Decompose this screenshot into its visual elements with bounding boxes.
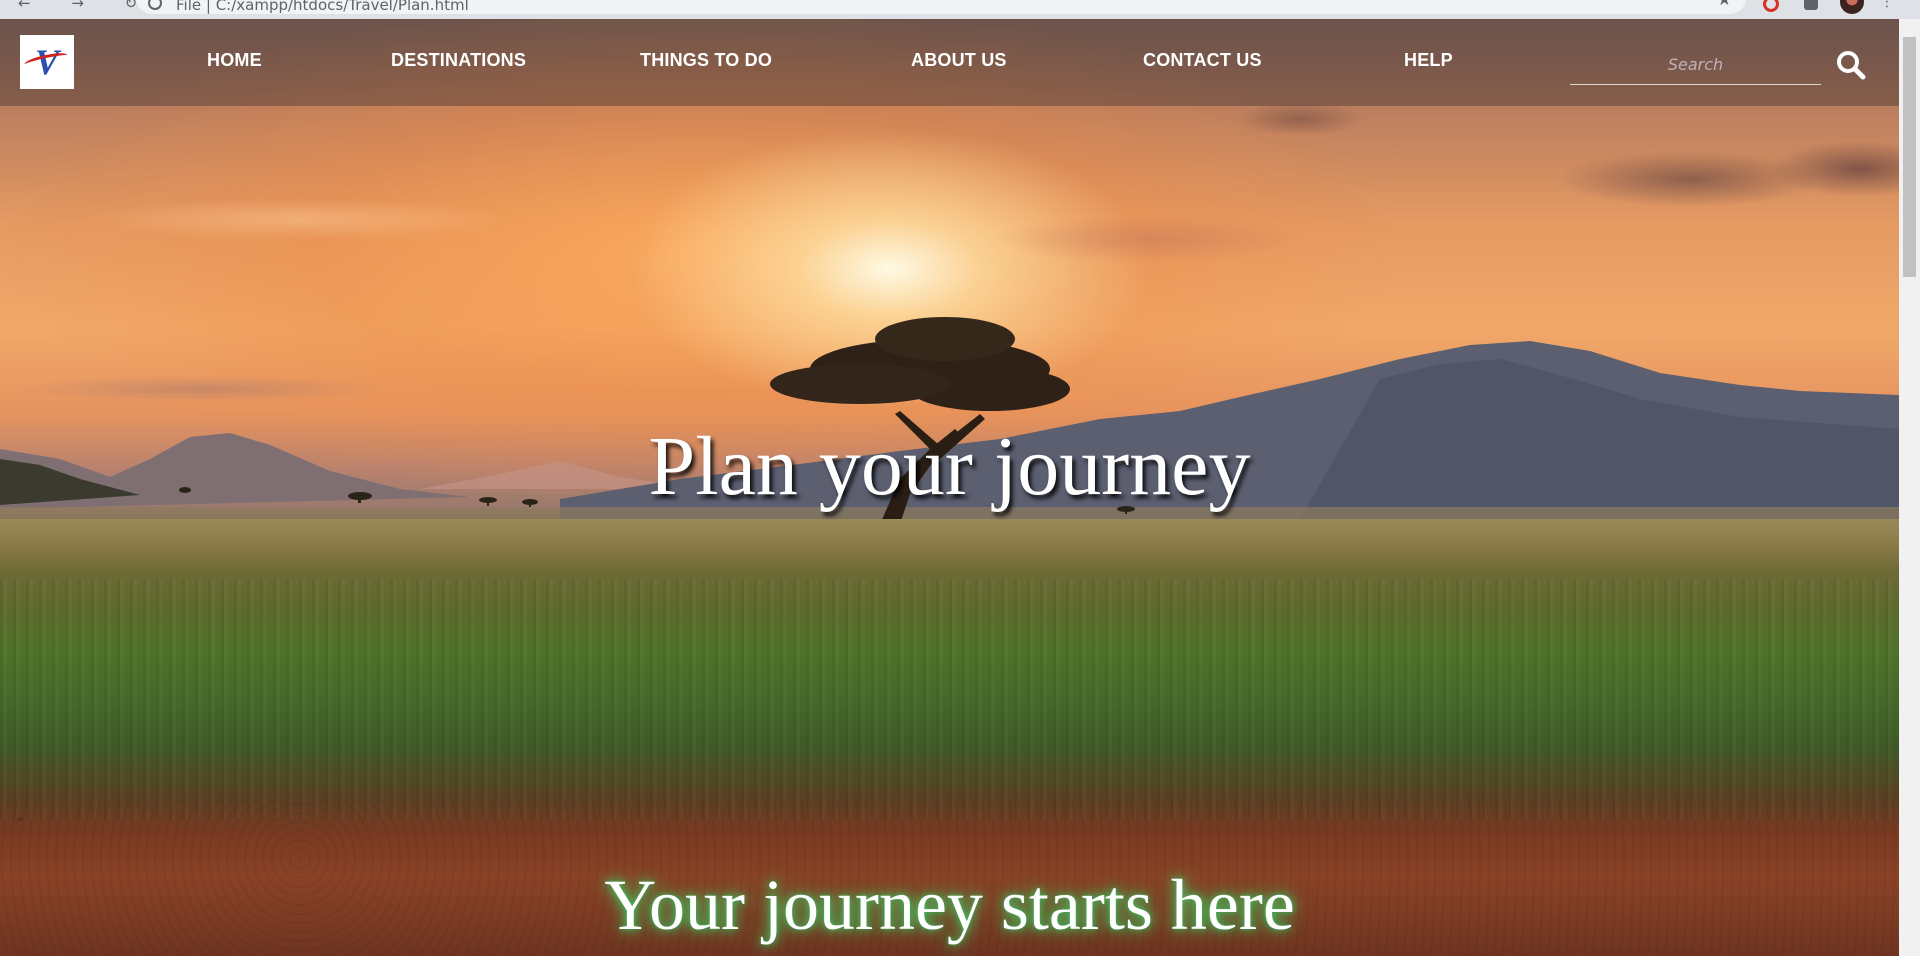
- extension-icon[interactable]: [1763, 0, 1779, 12]
- page-viewport: V HOME DESTINATIONS THINGS TO DO ABOUT U…: [0, 19, 1899, 956]
- hero-subtitle: Your journey starts here: [604, 865, 1295, 945]
- search-icon[interactable]: [1835, 49, 1867, 81]
- nav-link-help[interactable]: HELP: [1404, 50, 1453, 71]
- hero-title: Plan your journey: [648, 420, 1251, 513]
- nav-link-destinations[interactable]: DESTINATIONS: [391, 50, 526, 71]
- search-input[interactable]: [1570, 51, 1821, 78]
- browser-toolbar: ← → ↻ File | C:/xampp/htdocs/Travel/Plan…: [0, 0, 1920, 19]
- browser-nav-buttons[interactable]: ← → ↻: [18, 0, 155, 12]
- nav-link-contact-us[interactable]: CONTACT US: [1143, 50, 1262, 71]
- search-box: [1570, 51, 1821, 85]
- nav-link-home[interactable]: HOME: [207, 50, 262, 71]
- address-text[interactable]: File | C:/xampp/htdocs/Travel/Plan.html: [176, 0, 469, 14]
- info-icon[interactable]: [148, 0, 162, 10]
- scrollbar-thumb[interactable]: [1903, 37, 1916, 277]
- browser-menu-icon[interactable]: ⋮: [1880, 0, 1894, 10]
- hero-grass-texture: [0, 579, 1899, 819]
- site-logo[interactable]: V: [20, 35, 74, 89]
- vertical-scrollbar[interactable]: [1899, 19, 1920, 956]
- extensions-puzzle-icon[interactable]: [1804, 0, 1818, 10]
- top-navigation-bar: V HOME DESTINATIONS THINGS TO DO ABOUT U…: [0, 19, 1899, 106]
- nav-link-about-us[interactable]: ABOUT US: [911, 50, 1007, 71]
- address-bar[interactable]: File | C:/xampp/htdocs/Travel/Plan.html …: [136, 0, 1746, 14]
- bookmark-star-icon[interactable]: ★: [1717, 0, 1732, 10]
- nav-link-things-to-do[interactable]: THINGS TO DO: [640, 50, 772, 71]
- profile-avatar[interactable]: [1840, 0, 1864, 14]
